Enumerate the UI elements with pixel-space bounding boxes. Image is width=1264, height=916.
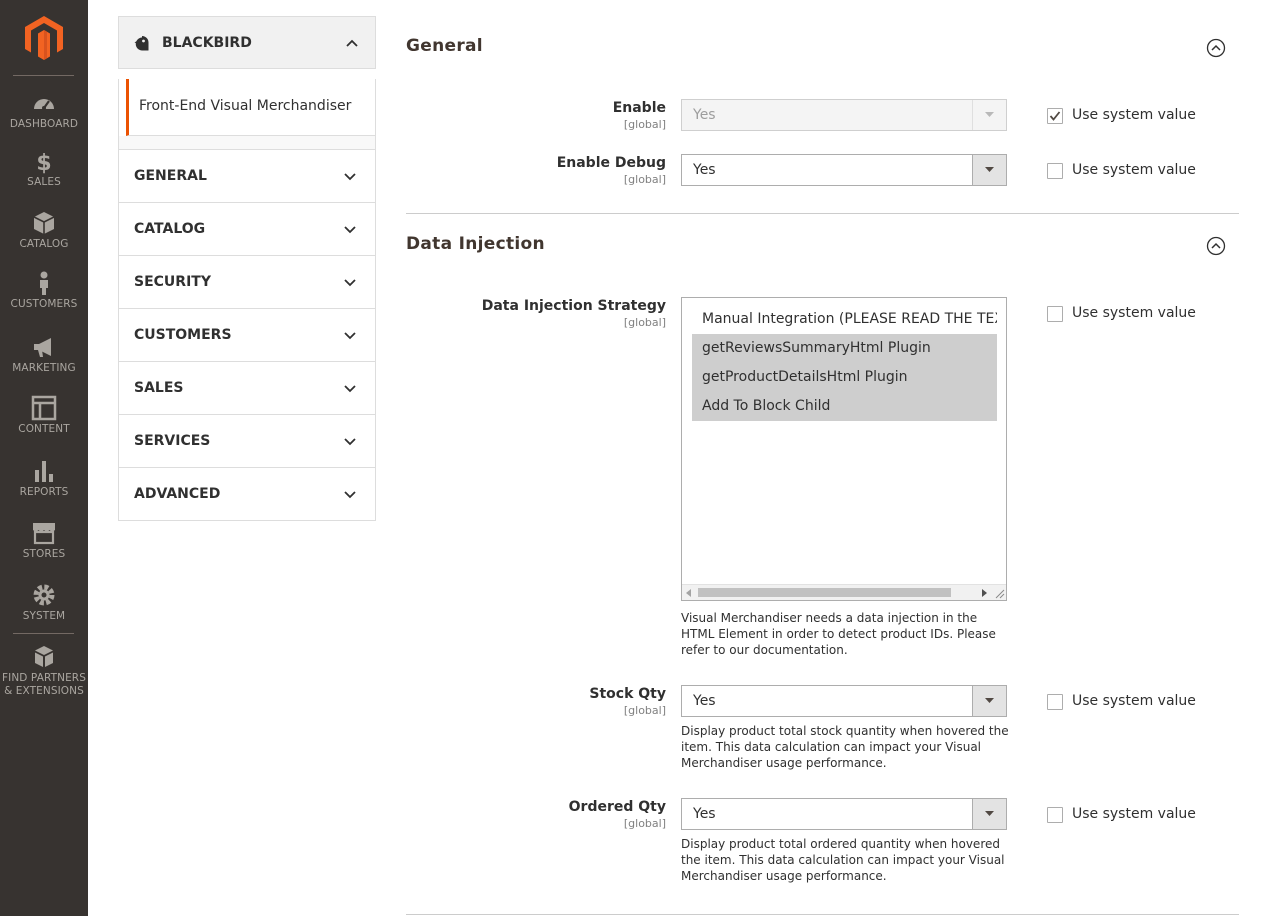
menu-item-find-partners[interactable]: FIND PARTNERS & EXTENSIONS (0, 644, 88, 698)
strategy-scope: [global] (623, 316, 666, 329)
megaphone-icon (34, 338, 51, 357)
chevron-down-icon (344, 491, 356, 499)
ordered-qty-use-system-label[interactable]: Use system value (1072, 806, 1196, 822)
horizontal-scrollbar[interactable] (682, 584, 1006, 600)
menu-divider (13, 75, 74, 76)
collapse-up-icon[interactable] (1206, 236, 1226, 256)
caret-down-icon (985, 698, 994, 703)
enable-scope: [global] (623, 118, 666, 131)
enable-debug-use-system-label[interactable]: Use system value (1072, 162, 1196, 178)
dollar-icon: $ (36, 151, 51, 174)
strategy-option[interactable]: getReviewsSummaryHtml Plugin (692, 334, 997, 363)
scroll-left-icon[interactable] (686, 589, 692, 597)
tab-catalog[interactable]: CATALOG (118, 202, 376, 256)
select-arrow (972, 799, 1006, 829)
dashboard-icon (34, 99, 54, 110)
menu-item-reports[interactable]: REPORTS (0, 458, 88, 499)
caret-down-icon (985, 112, 994, 117)
config-tabs: BLACKBIRD (118, 16, 376, 69)
tab-group-blackbird[interactable]: BLACKBIRD (118, 16, 376, 69)
chevron-down-icon (344, 173, 356, 181)
gear-icon (33, 584, 55, 606)
enable-use-system-checkbox[interactable] (1047, 108, 1063, 124)
chevron-down-icon (344, 226, 356, 234)
scrollbar-thumb[interactable] (698, 588, 951, 597)
tab-front-end-visual-merchandiser[interactable]: Front-End Visual Merchandiser (126, 79, 376, 136)
magento-logo[interactable] (25, 16, 63, 60)
tab-sales[interactable]: SALES (118, 361, 376, 415)
menu-item-customers[interactable]: CUSTOMERS (0, 270, 88, 311)
strategy-option[interactable]: Add To Block Child (692, 392, 997, 421)
scroll-right-icon[interactable] (982, 589, 988, 597)
ordered-qty-use-system-checkbox[interactable] (1047, 807, 1063, 823)
ordered-qty-note: Display product total ordered quantity w… (681, 837, 1005, 883)
chevron-down-icon (344, 279, 356, 287)
stock-qty-use-system-label[interactable]: Use system value (1072, 693, 1196, 709)
strategy-option[interactable]: Manual Integration (PLEASE READ THE TEXT… (692, 305, 997, 334)
enable-use-system-label[interactable]: Use system value (1072, 107, 1196, 123)
menu-divider (13, 633, 74, 634)
strategy-use-system-checkbox[interactable] (1047, 306, 1063, 322)
box-icon (33, 212, 55, 234)
extensions-icon (35, 646, 53, 667)
collapse-up-icon[interactable] (1206, 38, 1226, 58)
menu-item-dashboard[interactable]: DASHBOARD (0, 90, 88, 131)
caret-down-icon (985, 167, 994, 172)
ordered-qty-label: Ordered Qty (568, 799, 666, 815)
section-divider (406, 213, 1239, 214)
menu-item-marketing[interactable]: MARKETING (0, 334, 88, 375)
person-icon (40, 271, 48, 295)
select-arrow (972, 100, 1006, 130)
ordered-qty-scope: [global] (623, 817, 666, 830)
layout-icon (31, 395, 57, 421)
strategy-use-system-label[interactable]: Use system value (1072, 305, 1196, 321)
checkmark-icon (1049, 111, 1061, 121)
chevron-down-icon (344, 438, 356, 446)
select-arrow (972, 686, 1006, 716)
stock-qty-note: Display product total stock quantity whe… (681, 724, 1009, 770)
select-arrow (972, 155, 1006, 185)
tab-spacer (118, 136, 376, 149)
enable-debug-scope: [global] (623, 173, 666, 186)
tab-security[interactable]: SECURITY (118, 255, 376, 309)
stock-qty-scope: [global] (623, 704, 666, 717)
strategy-option[interactable]: getProductDetailsHtml Plugin (692, 363, 997, 392)
tab-general[interactable]: GENERAL (118, 149, 376, 203)
chevron-down-icon (344, 332, 356, 340)
enable-label: Enable (612, 100, 666, 116)
strategy-note: Visual Merchandiser needs a data injecti… (681, 611, 996, 657)
section-title-general[interactable]: General (406, 36, 483, 56)
storefront-icon (33, 523, 55, 545)
menu-item-stores[interactable]: STORES (0, 520, 88, 561)
blackbird-icon (134, 36, 149, 51)
stock-qty-label: Stock Qty (589, 686, 666, 702)
resize-grip-icon[interactable] (995, 589, 1005, 599)
enable-select: Yes (681, 99, 1007, 131)
bar-chart-icon (35, 461, 53, 482)
enable-debug-use-system-checkbox[interactable] (1047, 163, 1063, 179)
enable-debug-select[interactable]: Yes (681, 154, 1007, 186)
chevron-down-icon (344, 385, 356, 393)
menu-item-content[interactable]: CONTENT (0, 395, 88, 436)
menu-item-sales[interactable]: $ SALES (0, 148, 88, 189)
stock-qty-select[interactable]: Yes (681, 685, 1007, 717)
tab-advanced[interactable]: ADVANCED (118, 467, 376, 521)
enable-debug-label: Enable Debug (556, 155, 666, 171)
svg-text:$: $ (36, 151, 51, 174)
menu-item-catalog[interactable]: CATALOG (0, 210, 88, 251)
ordered-qty-select[interactable]: Yes (681, 798, 1007, 830)
section-title-data-injection[interactable]: Data Injection (406, 234, 545, 254)
tab-services[interactable]: SERVICES (118, 414, 376, 468)
stock-qty-use-system-checkbox[interactable] (1047, 694, 1063, 710)
menu-item-system[interactable]: SYSTEM (0, 582, 88, 623)
strategy-label: Data Injection Strategy (481, 298, 666, 314)
tab-customers[interactable]: CUSTOMERS (118, 308, 376, 362)
strategy-multiselect[interactable]: Manual Integration (PLEASE READ THE TEXT… (681, 297, 1007, 601)
tab-filler (118, 79, 126, 136)
section-divider (406, 914, 1239, 915)
chevron-up-icon (346, 39, 358, 47)
caret-down-icon (985, 811, 994, 816)
admin-menu: DASHBOARD $ SALES CATALOG CUSTOMERS MARK… (0, 0, 88, 916)
